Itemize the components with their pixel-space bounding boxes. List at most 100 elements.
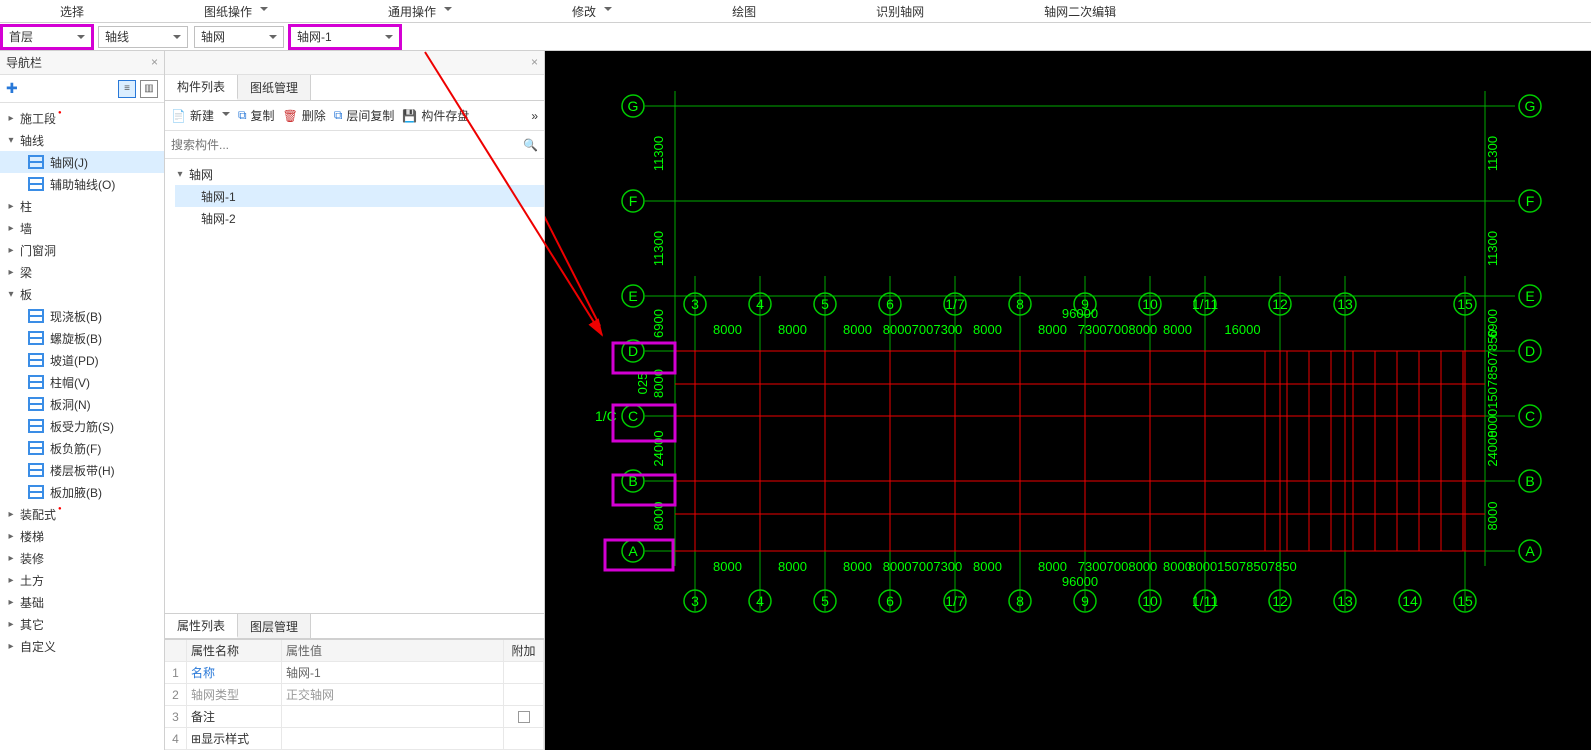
mid-panel: × 构件列表 图纸管理 📄新建 ⧉复制 🗑删除 ⧉层间复制 💾构件存盘 » 🔍 … [165, 51, 545, 750]
tree-node[interactable]: ▸柱 [0, 195, 164, 217]
svg-text:A: A [1525, 543, 1535, 559]
svg-text:4: 4 [756, 593, 764, 609]
more-icon[interactable]: » [531, 109, 538, 123]
svg-text:11300: 11300 [651, 231, 666, 266]
new-button[interactable]: 📄新建 [171, 107, 230, 124]
tree-node[interactable]: ▸门窗洞 [0, 239, 164, 261]
tab-layers[interactable]: 图层管理 [238, 614, 311, 638]
copy-button[interactable]: ⧉复制 [238, 107, 275, 124]
svg-text:C: C [1525, 408, 1535, 424]
svg-text:15: 15 [1457, 593, 1473, 609]
search-input[interactable] [171, 138, 523, 152]
prop-row[interactable]: 3备注 [165, 706, 544, 728]
svg-text:10: 10 [1142, 593, 1158, 609]
menu-select[interactable]: 选择 [0, 3, 144, 20]
tree-node[interactable]: ▾轴线 [0, 129, 164, 151]
list-view-icon[interactable]: ≡ [118, 80, 136, 98]
svg-text:025: 025 [635, 373, 650, 395]
prop-col-value: 属性值 [282, 640, 504, 661]
svg-text:8000: 8000 [1485, 502, 1500, 531]
svg-text:F: F [1526, 193, 1535, 209]
tree-child[interactable]: 轴网(J) [0, 151, 164, 173]
svg-text:8000: 8000 [973, 322, 1002, 337]
tab-properties[interactable]: 属性列表 [165, 614, 238, 638]
tree-child[interactable]: 板加腋(B) [0, 481, 164, 503]
svg-text:6900: 6900 [651, 309, 666, 338]
tab-component-list[interactable]: 构件列表 [165, 75, 238, 100]
grid-dropdown[interactable]: 轴网 [194, 26, 284, 48]
tree-node[interactable]: ▸施工段 [0, 107, 164, 129]
tree-node[interactable]: ▸装配式 [0, 503, 164, 525]
tree-node[interactable]: ▸楼梯 [0, 525, 164, 547]
menu-recognize-grid[interactable]: 识别轴网 [816, 3, 984, 20]
grid-item-dropdown[interactable]: 轴网-1 [290, 26, 400, 48]
layer-copy-button[interactable]: ⧉层间复制 [334, 107, 395, 124]
menu-general-ops[interactable]: 通用操作 [328, 3, 512, 20]
nav-toolbar: ✚ ≡ ▥ [0, 75, 164, 103]
menu-drawing-ops[interactable]: 图纸操作 [144, 3, 328, 20]
tree-node[interactable]: ▸梁 [0, 261, 164, 283]
tree-child[interactable]: 楼层板带(H) [0, 459, 164, 481]
comp-tree-root[interactable]: ▾轴网 [175, 163, 544, 185]
tree-child[interactable]: 坡道(PD) [0, 349, 164, 371]
property-table: 属性名称 属性值 附加 1名称轴网-12轴网类型正交轴网3备注4⊞ 显示样式 [165, 639, 544, 750]
prop-header-row: 属性名称 属性值 附加 [165, 640, 544, 662]
svg-text:96000: 96000 [1062, 574, 1098, 589]
tree-child[interactable]: 现浇板(B) [0, 305, 164, 327]
add-icon[interactable]: ✚ [6, 80, 18, 97]
tab-drawing-manage[interactable]: 图纸管理 [238, 75, 311, 100]
tree-child[interactable]: 板洞(N) [0, 393, 164, 415]
tree-node[interactable]: ▸墙 [0, 217, 164, 239]
tree-node[interactable]: ▸自定义 [0, 635, 164, 657]
tree-child[interactable]: 螺旋板(B) [0, 327, 164, 349]
svg-text:11300: 11300 [1485, 231, 1500, 266]
tree-child[interactable]: 辅助轴线(O) [0, 173, 164, 195]
prop-row[interactable]: 2轴网类型正交轴网 [165, 684, 544, 706]
comp-tree-item[interactable]: 轴网-1 [175, 185, 544, 207]
menu-modify[interactable]: 修改 [512, 3, 672, 20]
tree-node[interactable]: ▸土方 [0, 569, 164, 591]
svg-text:B: B [1525, 473, 1534, 489]
menu-draw[interactable]: 绘图 [672, 3, 816, 20]
svg-text:15: 15 [1457, 296, 1473, 312]
save-button[interactable]: 💾构件存盘 [402, 107, 469, 124]
prop-row[interactable]: 4⊞ 显示样式 [165, 728, 544, 750]
svg-text:5: 5 [821, 593, 829, 609]
svg-text:D: D [628, 343, 638, 359]
delete-button[interactable]: 🗑删除 [283, 107, 326, 124]
search-icon[interactable]: 🔍 [523, 138, 538, 152]
menu-grid-edit[interactable]: 轴网二次编辑 [984, 3, 1176, 20]
prop-row[interactable]: 1名称轴网-1 [165, 662, 544, 684]
tree-node[interactable]: ▾板 [0, 283, 164, 305]
svg-text:14: 14 [1402, 593, 1418, 609]
svg-text:8000: 8000 [651, 502, 666, 531]
menu-bar: 选择 图纸操作 通用操作 修改 绘图 识别轴网 轴网二次编辑 [0, 0, 1591, 23]
close-icon[interactable]: × [151, 55, 158, 69]
svg-text:8000: 8000 [843, 559, 872, 574]
tree-node[interactable]: ▸其它 [0, 613, 164, 635]
tree-child[interactable]: 柱帽(V) [0, 371, 164, 393]
svg-text:C: C [628, 408, 638, 424]
svg-text:24000: 24000 [651, 430, 666, 466]
detail-view-icon[interactable]: ▥ [140, 80, 158, 98]
component-tabs: 构件列表 图纸管理 [165, 75, 544, 101]
close-icon[interactable]: × [531, 55, 538, 69]
search-box: 🔍 [165, 131, 544, 159]
svg-text:8: 8 [1016, 296, 1024, 312]
tree-child[interactable]: 板负筋(F) [0, 437, 164, 459]
axis-dropdown[interactable]: 轴线 [98, 26, 188, 48]
svg-text:12: 12 [1272, 296, 1288, 312]
prop-col-name: 属性名称 [187, 640, 282, 661]
comp-tree-item[interactable]: 轴网-2 [175, 207, 544, 229]
svg-text:6: 6 [886, 296, 894, 312]
drawing-canvas[interactable]: GFEDBA1/CCGFEDCBA34561/789101/1112131534… [545, 51, 1591, 750]
tree-node[interactable]: ▸装修 [0, 547, 164, 569]
svg-text:E: E [628, 288, 637, 304]
floor-dropdown[interactable]: 首层 [2, 26, 92, 48]
svg-text:73007008000: 73007008000 [1078, 559, 1158, 574]
svg-text:11300: 11300 [1485, 136, 1500, 171]
svg-text:8000: 8000 [1163, 322, 1192, 337]
svg-text:8000: 8000 [713, 559, 742, 574]
tree-child[interactable]: 板受力筋(S) [0, 415, 164, 437]
tree-node[interactable]: ▸基础 [0, 591, 164, 613]
